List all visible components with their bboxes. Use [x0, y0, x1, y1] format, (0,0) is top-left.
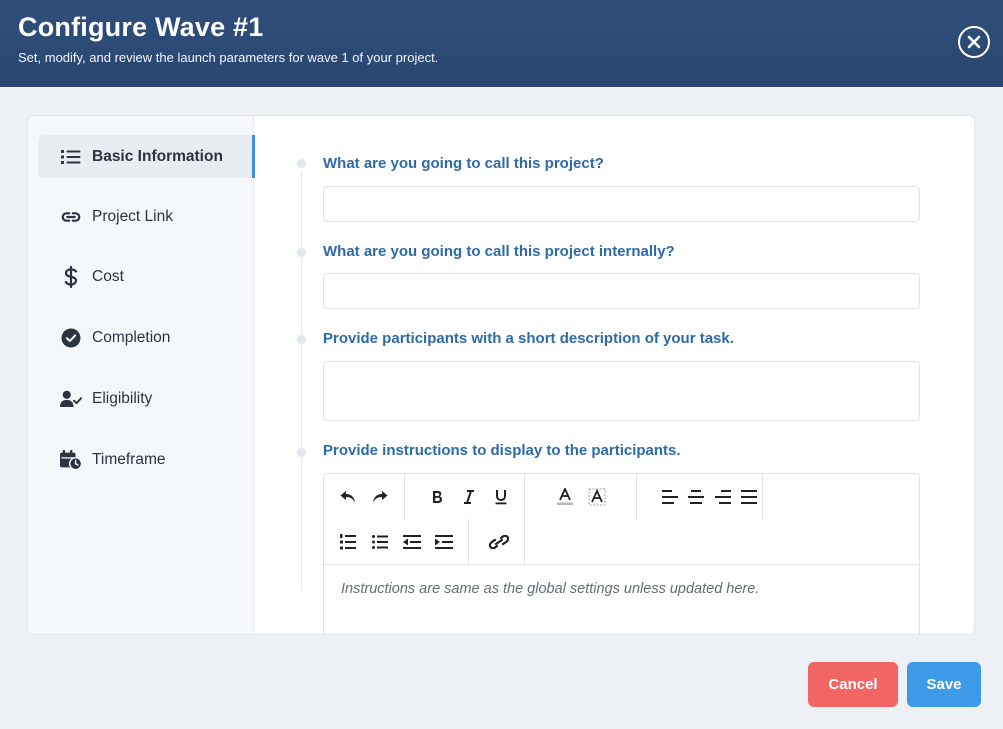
sidebar-item-basic-information[interactable]: Basic Information: [38, 135, 255, 178]
align-center-icon: [688, 489, 705, 504]
bold-button[interactable]: [421, 481, 453, 513]
format-group: [421, 474, 525, 519]
bold-icon: [433, 490, 442, 503]
close-button[interactable]: [958, 26, 990, 58]
italic-icon: [464, 489, 474, 504]
link-group: [483, 519, 525, 564]
outdent-icon: [403, 534, 421, 549]
align-left-button[interactable]: [657, 481, 683, 513]
project-name-input[interactable]: [323, 186, 920, 222]
redo-button[interactable]: [364, 481, 396, 513]
underline-button[interactable]: [485, 481, 517, 513]
project-name-label: What are you going to call this project?: [323, 155, 604, 172]
cancel-button[interactable]: Cancel: [808, 662, 898, 707]
internal-name-input[interactable]: [323, 273, 920, 309]
ordered-list-icon: [340, 533, 356, 549]
font-color-icon: [557, 487, 573, 505]
sidebar-item-label: Cost: [92, 267, 124, 285]
list-icon: [60, 146, 82, 168]
align-group: [653, 474, 763, 519]
sidebar-item-eligibility[interactable]: Eligibility: [38, 377, 254, 420]
form-content: What are you going to call this project?…: [254, 116, 974, 634]
timeline-dot: [297, 159, 306, 168]
ordered-list-button[interactable]: [332, 526, 364, 558]
indent-button[interactable]: [428, 526, 460, 558]
calendar-clock-icon: [60, 449, 82, 471]
underline-icon: [495, 489, 507, 504]
sidebar-item-label: Project Link: [92, 207, 173, 225]
editor-toolbar-row-2: [324, 519, 919, 564]
sidebar-item-label: Basic Information: [92, 147, 223, 165]
check-circle-icon: [60, 327, 82, 349]
user-check-icon: [60, 388, 82, 410]
justify-button[interactable]: [736, 481, 762, 513]
link-icon: [60, 206, 82, 228]
instructions-label: Provide instructions to display to the p…: [323, 442, 681, 459]
sidebar-item-project-link[interactable]: Project Link: [38, 195, 254, 238]
description-textarea[interactable]: [323, 361, 920, 421]
description-label: Provide participants with a short descri…: [323, 330, 734, 347]
dollar-icon: [60, 265, 82, 288]
editor-toolbar-row-1: [324, 474, 919, 519]
page-title: Configure Wave #1: [18, 12, 264, 42]
align-left-icon: [662, 489, 679, 504]
justify-icon: [740, 489, 757, 504]
instructions-editor: Instructions are same as the global sett…: [323, 473, 920, 634]
italic-button[interactable]: [453, 481, 485, 513]
highlight-icon: [588, 488, 606, 505]
redo-icon: [373, 490, 388, 503]
timeline-line: [301, 171, 302, 591]
outdent-button[interactable]: [396, 526, 428, 558]
bullet-list-button[interactable]: [364, 526, 396, 558]
insert-link-button[interactable]: [483, 526, 515, 558]
undo-button[interactable]: [332, 481, 364, 513]
list-group: [332, 519, 469, 564]
timeline-dot: [297, 448, 306, 457]
sidebar-item-label: Timeframe: [92, 450, 166, 468]
history-group: [332, 474, 405, 519]
bullet-list-icon: [372, 534, 388, 549]
indent-icon: [435, 534, 453, 549]
close-icon: [967, 35, 981, 49]
sidebar-item-timeframe[interactable]: Timeframe: [38, 438, 254, 481]
undo-icon: [340, 490, 355, 503]
sidebar: Basic Information Project Link Cost Comp…: [28, 116, 255, 634]
sidebar-item-label: Eligibility: [92, 389, 153, 407]
align-right-icon: [714, 489, 731, 504]
sidebar-item-completion[interactable]: Completion: [38, 316, 254, 359]
page-subtitle: Set, modify, and review the launch param…: [18, 50, 439, 65]
sidebar-item-label: Completion: [92, 328, 171, 346]
link-icon: [489, 534, 509, 549]
color-group: [541, 474, 637, 519]
toolbar-divider: [324, 564, 919, 565]
sidebar-item-cost[interactable]: Cost: [38, 255, 254, 298]
font-color-button[interactable]: [549, 481, 581, 513]
align-center-button[interactable]: [683, 481, 709, 513]
highlight-button[interactable]: [581, 481, 613, 513]
timeline-dot: [297, 248, 306, 257]
modal-header: Configure Wave #1 Set, modify, and revie…: [0, 0, 1003, 87]
config-panel: Basic Information Project Link Cost Comp…: [27, 115, 975, 635]
instructions-placeholder[interactable]: Instructions are same as the global sett…: [341, 581, 759, 597]
align-right-button[interactable]: [710, 481, 736, 513]
timeline-dot: [297, 335, 306, 344]
internal-name-label: What are you going to call this project …: [323, 243, 675, 260]
save-button[interactable]: Save: [907, 662, 981, 707]
